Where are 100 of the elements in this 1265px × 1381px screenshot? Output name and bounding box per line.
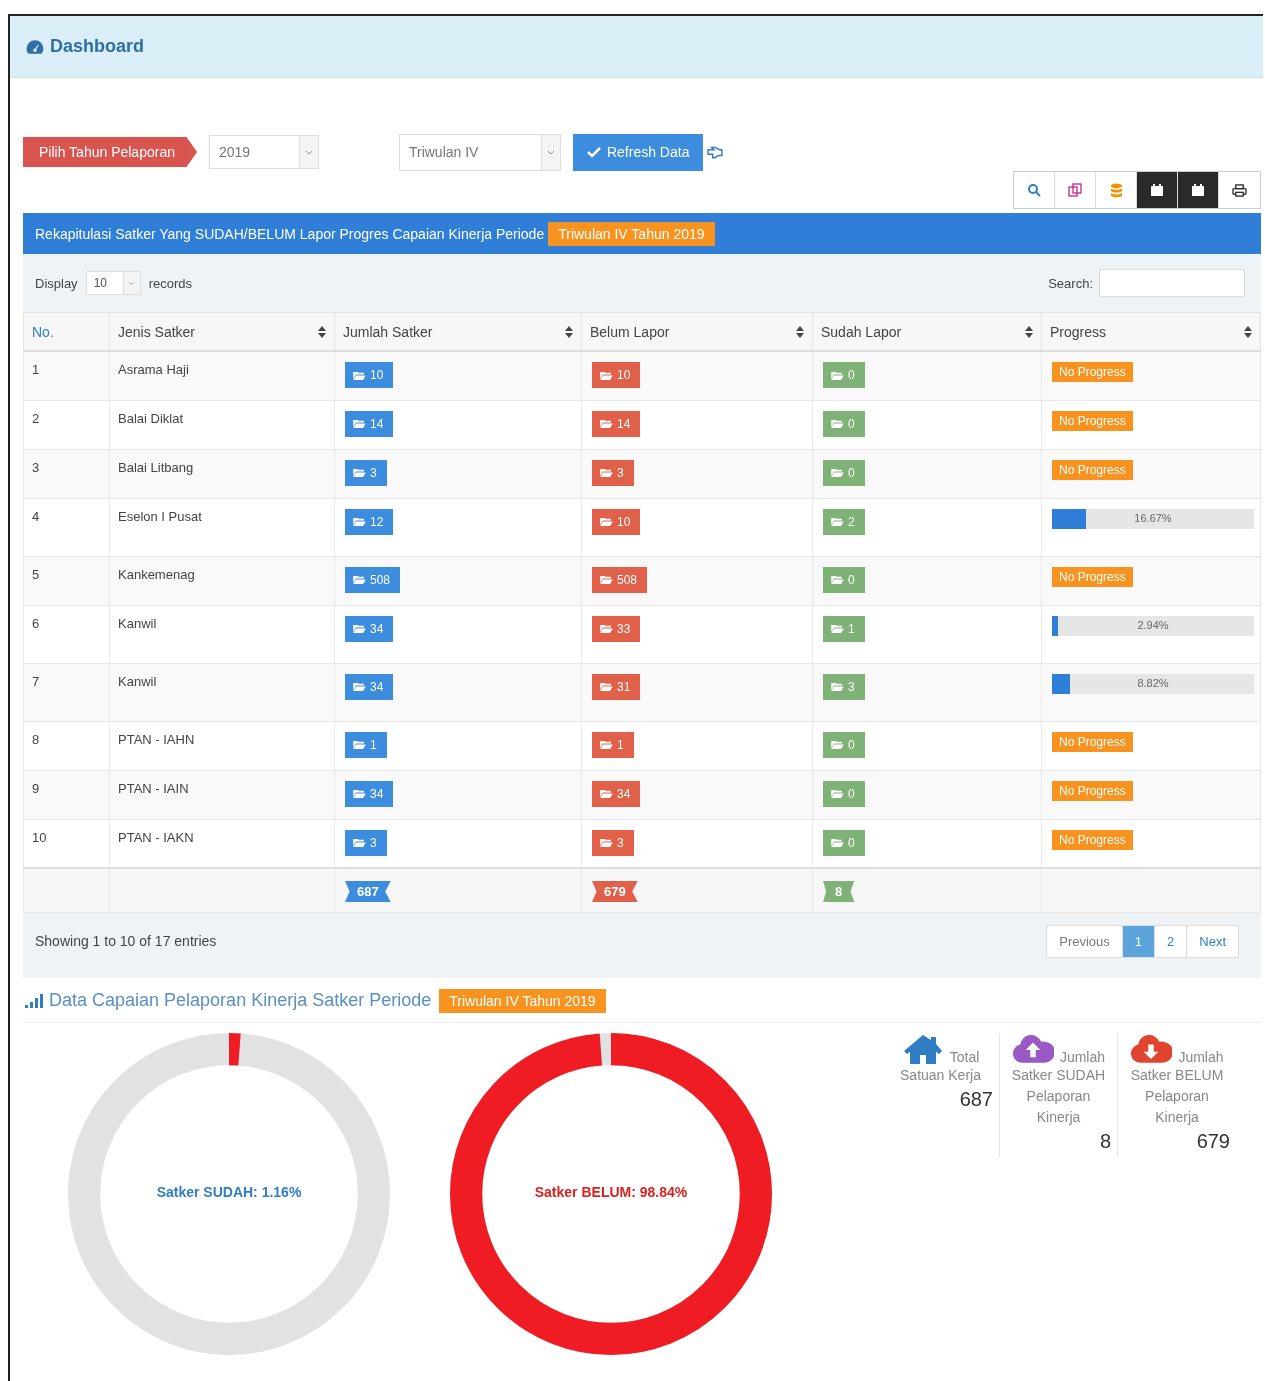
table-cell: PTAN - IAIN: [109, 770, 335, 819]
column-header[interactable]: Jumlah Satker: [334, 312, 582, 351]
progress-label: 2.94%: [1136, 618, 1170, 631]
total-badge: 8: [823, 881, 855, 902]
status-badge: No Progress: [1052, 459, 1133, 480]
table-cell: Balai Diklat: [109, 400, 335, 449]
count-badge: 34: [345, 780, 394, 807]
records-select[interactable]: 10: [85, 271, 141, 295]
column-header[interactable]: Jenis Satker: [109, 312, 335, 351]
count-badge: 508: [592, 566, 648, 593]
table-cell: 4: [23, 498, 110, 556]
count-badge: 10: [345, 362, 394, 388]
cloud-upload-icon: [1011, 1032, 1054, 1065]
table-cell: Kanwil: [109, 605, 335, 663]
stat-value: 687: [959, 1087, 993, 1111]
count-badge: 3: [823, 673, 865, 700]
donut-label: Satker SUDAH: 1.16%: [155, 1183, 303, 1200]
sort-icon: [1244, 325, 1252, 338]
search-field[interactable]: [1099, 269, 1245, 297]
table-cell: Kankemenag: [109, 556, 335, 605]
column-header[interactable]: Progress: [1041, 312, 1261, 351]
section-title: Data Capaian Pelaporan Kinerja Satker Periode: [49, 990, 432, 1011]
period-select[interactable]: Triwulan IV: [398, 133, 561, 171]
check-icon: [586, 146, 601, 158]
table-cell: Asrama Haji: [109, 351, 335, 400]
status-badge: No Progress: [1052, 780, 1133, 801]
pointing-hand-icon: [707, 145, 724, 159]
count-badge: 2: [823, 508, 865, 535]
calendar-button[interactable]: [1137, 172, 1178, 208]
copy-icon: [1068, 183, 1082, 197]
table-cell: PTAN - IAHN: [109, 721, 335, 770]
table-cell: 6: [23, 605, 110, 663]
status-badge: No Progress: [1052, 410, 1133, 431]
cloud-download-icon: [1130, 1032, 1173, 1065]
stat-label: Satker SUDAH Pelaporan Kinerja: [1010, 1065, 1107, 1127]
sort-icon: [565, 325, 573, 338]
year-label: Pilih Tahun Pelaporan: [23, 137, 197, 167]
total-badge: 687: [345, 881, 391, 902]
count-badge: 14: [592, 410, 641, 437]
pagination-button[interactable]: 1: [1122, 925, 1156, 957]
period-tag: Triwulan IV Tahun 2019: [439, 988, 606, 1013]
count-badge: 0: [823, 362, 865, 388]
calendar-icon: [1150, 183, 1164, 197]
count-badge: 3: [345, 829, 387, 856]
count-badge: 0: [823, 780, 865, 807]
column-header[interactable]: Sudah Lapor: [812, 312, 1042, 351]
table-cell: Eselon I Pusat: [109, 498, 335, 556]
year-select[interactable]: 2019: [208, 135, 319, 169]
sort-icon: [318, 325, 326, 338]
table-cell: 9: [23, 770, 110, 819]
period-tag: Triwulan IV Tahun 2019: [548, 221, 715, 246]
refresh-button[interactable]: Refresh Data: [572, 133, 704, 171]
display-label: Display: [35, 275, 78, 291]
database-icon: [1109, 182, 1123, 198]
calendar-button[interactable]: [1178, 172, 1219, 208]
table-cell: 2: [23, 400, 110, 449]
count-badge: 34: [345, 615, 394, 642]
table-cell: 7: [23, 663, 110, 721]
table-cell: 1: [23, 351, 110, 400]
count-badge: 0: [823, 829, 865, 856]
search-label: Search:: [1048, 275, 1093, 291]
stat-label: Jumlah: [1059, 1048, 1106, 1065]
count-badge: 3: [345, 459, 387, 486]
count-badge: 0: [823, 566, 865, 593]
count-badge: 0: [823, 459, 865, 486]
count-badge: 33: [592, 615, 641, 642]
count-badge: 1: [592, 731, 634, 758]
count-badge: 3: [592, 459, 634, 486]
dashboard-icon: [26, 38, 44, 55]
stat-value: 679: [1196, 1129, 1230, 1153]
status-badge: No Progress: [1052, 566, 1133, 587]
sort-icon: [1025, 325, 1033, 338]
calendar-icon: [1191, 183, 1205, 197]
column-header[interactable]: Belum Lapor: [581, 312, 813, 351]
stat-label: Jumlah: [1178, 1048, 1224, 1065]
donut-label: Satker BELUM: 98.84%: [533, 1183, 689, 1200]
status-badge: No Progress: [1052, 362, 1133, 382]
count-badge: 14: [345, 410, 394, 437]
count-badge: 10: [592, 362, 641, 388]
stat-value: 8: [1099, 1129, 1111, 1153]
caret-icon: [304, 149, 313, 155]
column-header[interactable]: No.: [23, 312, 110, 351]
table-cell: Kanwil: [109, 663, 335, 721]
stat-label: Total: [949, 1048, 980, 1065]
count-badge: 31: [592, 673, 641, 700]
count-badge: 3: [592, 829, 634, 856]
count-badge: 1: [823, 615, 865, 642]
caret-icon: [546, 149, 555, 155]
progress-label: 8.82%: [1136, 676, 1170, 689]
count-badge: 34: [592, 780, 641, 807]
count-badge: 34: [345, 673, 394, 700]
search-icon: [1027, 183, 1041, 197]
signal-bars-icon: [25, 993, 43, 1008]
table-cell: 8: [23, 721, 110, 770]
table-cell: 3: [23, 449, 110, 498]
panel-title: Rekapitulasi Satker Yang SUDAH/BELUM Lapor Progres Capaian Kinerja Periode: [35, 225, 545, 242]
count-badge: 0: [823, 410, 865, 437]
count-badge: 10: [592, 508, 641, 535]
entries-info: Showing 1 to 10 of 17 entries: [35, 933, 217, 949]
count-badge: 1: [345, 731, 387, 758]
